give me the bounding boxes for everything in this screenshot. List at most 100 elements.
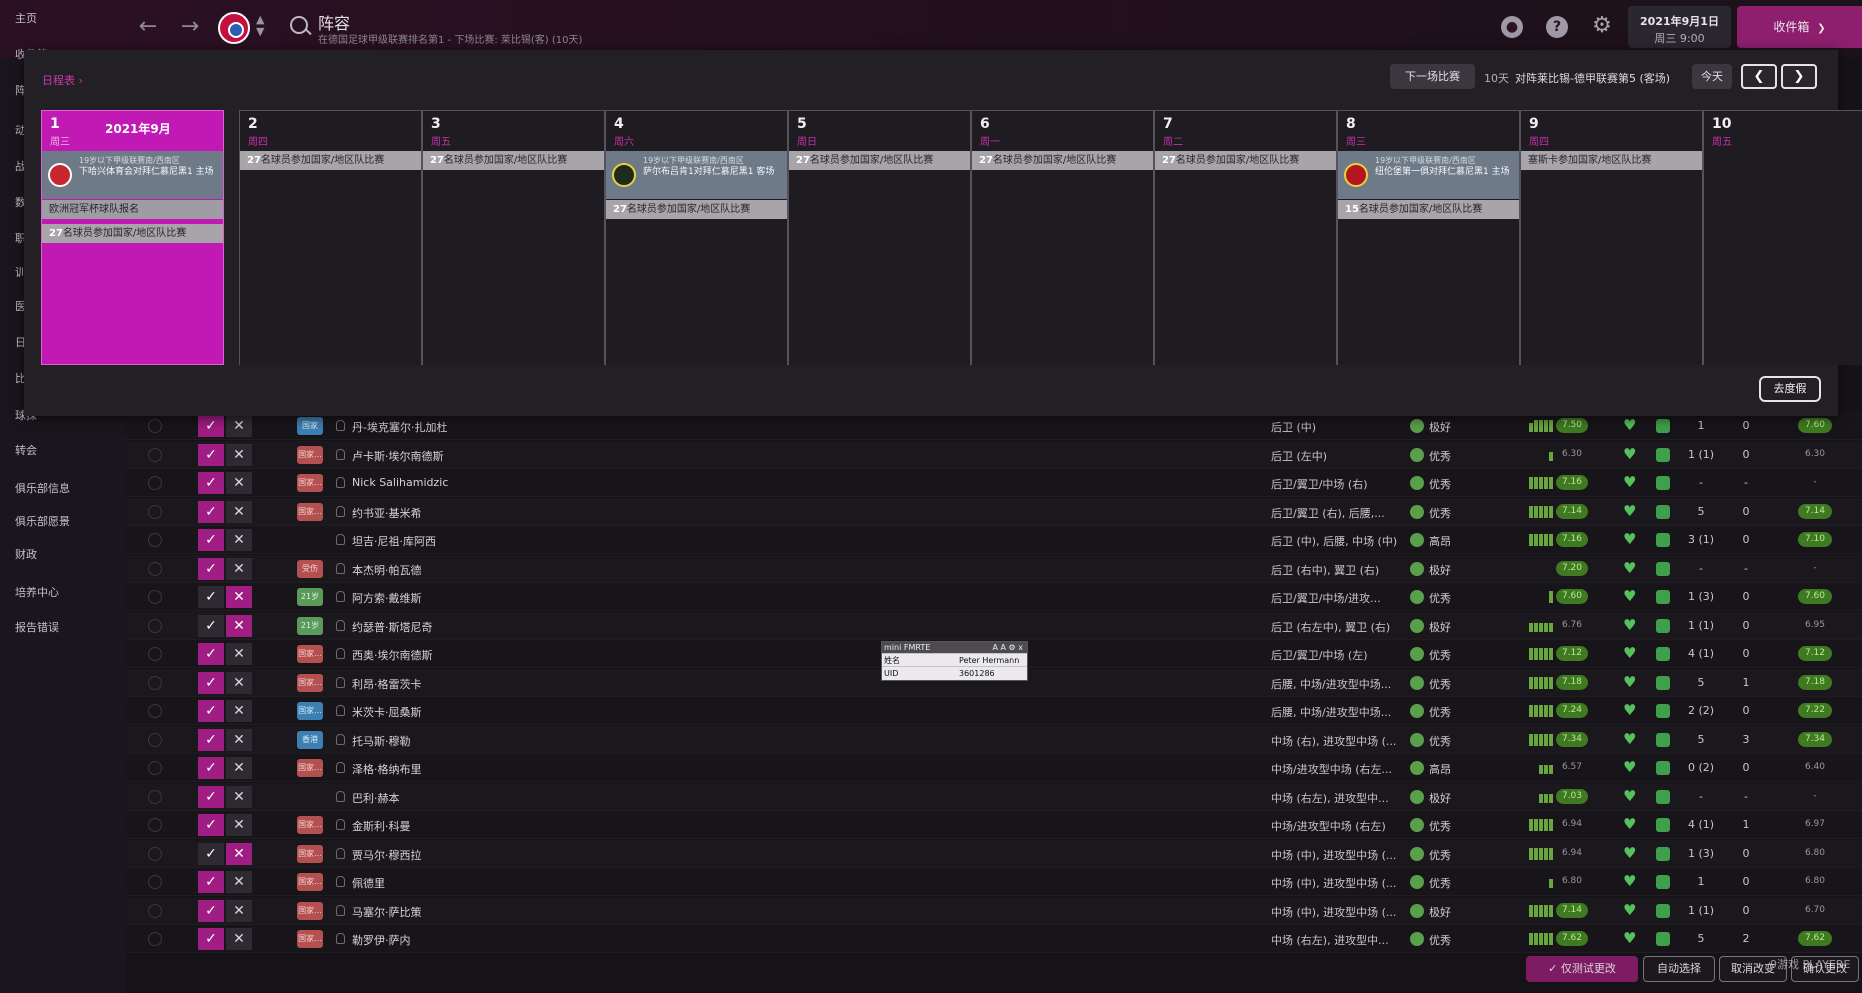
sidebar-item[interactable]: 主页	[15, 10, 37, 26]
row-select-radio[interactable]	[148, 789, 162, 804]
calendar-event[interactable]: 塞斯卡参加国家/地区队比赛	[1521, 151, 1702, 170]
row-select-radio[interactable]	[148, 875, 162, 889]
table-row[interactable]: ✓ ✕ 国家... 泽格·格纳布里 中场/进攻型中场 (右左... 高昂 6.57 ♥ 0 (2…	[126, 754, 1862, 782]
include-check-button[interactable]: ✓	[198, 415, 224, 437]
player-name[interactable]: Nick Salihamidzic	[352, 476, 448, 489]
club-badge-icon[interactable]	[218, 12, 250, 44]
calendar-event[interactable]: 27名球员参加国家/地区队比赛	[42, 224, 223, 243]
table-row[interactable]: ✓ ✕ 受伤 本杰明·帕瓦德 后卫 (右中), 翼卫 (右) 极好 7.20 ♥ - - -	[126, 554, 1862, 583]
include-check-button[interactable]: ✓	[198, 899, 224, 922]
calendar-match-event[interactable]: 19岁以下甲级联赛南/西南区 下哈兴体育会对拜仁慕尼黑1 主场	[42, 151, 223, 199]
calendar-event[interactable]: 27名球员参加国家/地区队比赛	[1155, 151, 1336, 170]
go-on-holiday-button[interactable]: 去度假	[1759, 376, 1821, 402]
calendar-day[interactable]: 3 周五 27名球员参加国家/地区队比赛	[422, 110, 605, 365]
back-button[interactable]: ←	[133, 12, 163, 42]
exclude-x-button[interactable]: ✕	[226, 928, 252, 950]
table-row[interactable]: ✓ ✕ 国家... 米茨卡·屈桑斯 后腰, 中场/进攻型中场... 优秀 7.24 ♥ 2 (2…	[126, 697, 1862, 725]
row-select-radio[interactable]	[148, 675, 162, 690]
calendar-day[interactable]: 5 周日 27名球员参加国家/地区队比赛	[788, 110, 971, 365]
player-name[interactable]: 贾马尔·穆西拉	[352, 847, 422, 863]
player-name[interactable]: 托马斯·穆勒	[352, 733, 411, 749]
sidebar-item[interactable]: 转会	[15, 442, 37, 458]
table-row[interactable]: ✓ ✕ 国家... 贾马尔·穆西拉 中场 (中), 进攻型中场 (... 优秀 6.94 ♥ 1…	[126, 839, 1862, 868]
exclude-x-button[interactable]: ✕	[226, 814, 252, 836]
next-week-button[interactable]: ❯	[1781, 64, 1817, 89]
row-select-radio[interactable]	[148, 618, 162, 633]
player-name[interactable]: 卢卡斯·埃尔南德斯	[352, 448, 444, 464]
table-row[interactable]: ✓ ✕ 巴利·赫本 中场 (右左), 进攻型中... 极好 7.03 ♥ - - -	[126, 782, 1862, 811]
row-select-radio[interactable]	[148, 818, 162, 832]
exclude-x-button[interactable]: ✕	[226, 500, 252, 523]
exclude-x-button[interactable]: ✕	[226, 700, 252, 722]
include-check-button[interactable]: ✓	[198, 643, 224, 665]
player-name[interactable]: 西奥·埃尔南德斯	[352, 647, 433, 663]
include-check-button[interactable]: ✓	[198, 529, 224, 551]
calendar-day[interactable]: 7 周二 27名球员参加国家/地区队比赛	[1154, 110, 1337, 365]
table-row[interactable]: ✓ ✕ 国家... 佩德里 中场 (中), 进攻型中场 (... 优秀 6.80 ♥ 1 0 6.8…	[126, 868, 1862, 896]
player-name[interactable]: 约书亚·基米希	[352, 505, 422, 521]
include-check-button[interactable]: ✓	[198, 500, 224, 523]
exclude-x-button[interactable]: ✕	[226, 899, 252, 922]
player-name[interactable]: 巴利·赫本	[352, 790, 400, 806]
sidebar-item[interactable]: 报告错误	[15, 619, 59, 635]
exclude-x-button[interactable]: ✕	[226, 671, 252, 694]
calendar-day[interactable]: 6 周一 27名球员参加国家/地区队比赛	[971, 110, 1154, 365]
exclude-x-button[interactable]: ✕	[226, 643, 252, 665]
table-row[interactable]: ✓ ✕ 国家... 卢卡斯·埃尔南德斯 后卫 (左中) 优秀 6.30 ♥ 1 (1) 0 6.30	[126, 440, 1862, 469]
calendar-day[interactable]: 8 周三 19岁以下甲级联赛南/西南区 纽伦堡第一俱对拜仁慕尼黑1 主场 15名球员参加…	[1337, 110, 1520, 365]
live-fmt-icon[interactable]: ●	[1501, 16, 1523, 38]
include-check-button[interactable]: ✓	[198, 842, 224, 865]
calendar-event[interactable]: 15名球员参加国家/地区队比赛	[1338, 200, 1519, 219]
mini-fmrte-window[interactable]: mini FMRTE A A ⚙ x 姓名 Peter Hermann UID 36…	[881, 641, 1028, 681]
calendar-event[interactable]: 27名球员参加国家/地区队比赛	[423, 151, 604, 170]
row-select-radio[interactable]	[148, 846, 162, 861]
table-row[interactable]: ✓ ✕ 国家 丹-埃克塞尔·扎加杜 后卫 (中) 极好 7.50 ♥ 1 0 7.60	[126, 412, 1862, 440]
include-check-button[interactable]: ✓	[198, 557, 224, 580]
player-name[interactable]: 利昂·格雷茨卡	[352, 676, 422, 692]
table-row[interactable]: ✓ ✕ 国家... 勒罗伊·萨内 中场 (右左), 进攻型中... 优秀 7.62 ♥ 5 2 7.…	[126, 925, 1862, 953]
exclude-x-button[interactable]: ✕	[226, 586, 252, 608]
exclude-x-button[interactable]: ✕	[226, 728, 252, 751]
exclude-x-button[interactable]: ✕	[226, 785, 252, 808]
calendar-day[interactable]: 4 周六 19岁以下甲级联赛南/西南区 萨尔布吕肯1对拜仁慕尼黑1 客场 27名球员参加…	[605, 110, 788, 365]
player-name[interactable]: 金斯利·科曼	[352, 818, 411, 834]
player-name[interactable]: 米茨卡·屈桑斯	[352, 704, 422, 720]
table-row[interactable]: ✓ ✕ 21岁 阿方索·戴维斯 后卫/翼卫/中场/进攻... 优秀 7.60 ♥ 1 (3) 0 7…	[126, 583, 1862, 611]
exclude-x-button[interactable]: ✕	[226, 443, 252, 466]
calendar-event[interactable]: 27名球员参加国家/地区队比赛	[972, 151, 1153, 170]
table-row[interactable]: ✓ ✕ 国家... 金斯利·科曼 中场/进攻型中场 (右左) 优秀 6.94 ♥ 4 (1) 1 6…	[126, 811, 1862, 839]
sidebar-item[interactable]: 财政	[15, 546, 37, 562]
sidebar-item[interactable]: 俱乐部愿景	[15, 513, 70, 529]
row-select-radio[interactable]	[148, 761, 162, 775]
include-check-button[interactable]: ✓	[198, 586, 224, 608]
sidebar-item[interactable]: 培养中心	[15, 584, 59, 600]
row-select-radio[interactable]	[148, 476, 162, 490]
player-name[interactable]: 泽格·格纳布里	[352, 761, 422, 777]
forward-button[interactable]: →	[175, 12, 205, 42]
prev-week-button[interactable]: ❮	[1741, 64, 1777, 89]
player-name[interactable]: 佩德里	[352, 875, 385, 891]
calendar-day-today[interactable]: 1 周三 2021年9月 19岁以下甲级联赛南/西南区 下哈兴体育会对拜仁慕尼黑…	[41, 110, 224, 365]
exclude-x-button[interactable]: ✕	[226, 415, 252, 437]
include-check-button[interactable]: ✓	[198, 785, 224, 808]
row-select-radio[interactable]	[148, 932, 162, 946]
table-row[interactable]: ✓ ✕ 国家... Nick Salihamidzic 后卫/翼卫/中场 (右) 优秀 7.…	[126, 469, 1862, 497]
exclude-x-button[interactable]: ✕	[226, 472, 252, 494]
calendar-day[interactable]: 10 周五	[1703, 110, 1862, 365]
calendar-day[interactable]: 9 周四 塞斯卡参加国家/地区队比赛	[1520, 110, 1703, 365]
row-select-radio[interactable]	[148, 704, 162, 718]
inbox-continue-button[interactable]: 收件箱 ❯	[1737, 6, 1862, 48]
exclude-x-button[interactable]: ✕	[226, 557, 252, 580]
row-select-radio[interactable]	[148, 647, 162, 661]
gear-icon[interactable]: ⚙	[1591, 15, 1613, 38]
auto-select-button[interactable]: 自动选择	[1643, 956, 1715, 982]
exclude-x-button[interactable]: ✕	[226, 757, 252, 779]
include-check-button[interactable]: ✓	[198, 728, 224, 751]
include-check-button[interactable]: ✓	[198, 472, 224, 494]
row-select-radio[interactable]	[148, 561, 162, 576]
table-row[interactable]: ✓ ✕ 坦吉·尼祖·库阿西 后卫 (中), 后腰, 中场 (中) 高昂 7.16 ♥ 3 (1…	[126, 526, 1862, 554]
sidebar-item[interactable]: 俱乐部信息	[15, 480, 70, 496]
next-match-button[interactable]: 下一场比赛	[1390, 64, 1475, 89]
row-select-radio[interactable]	[148, 533, 162, 547]
player-name[interactable]: 阿方索·戴维斯	[352, 590, 422, 606]
